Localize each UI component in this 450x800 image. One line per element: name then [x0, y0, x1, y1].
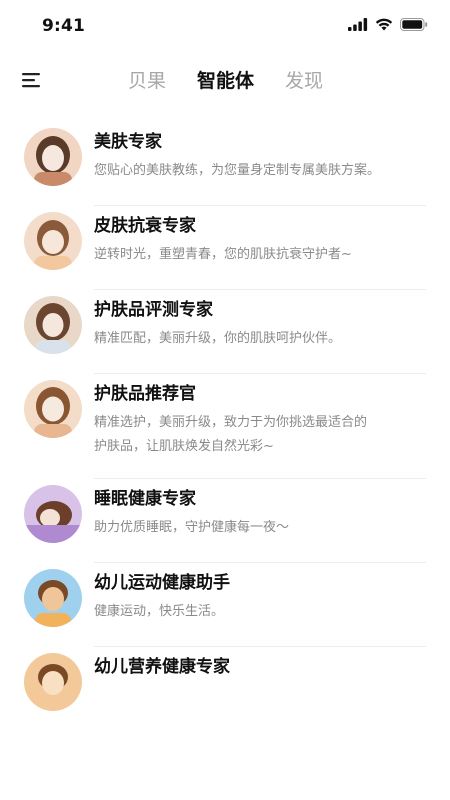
tab-beiguo[interactable]: 贝果 — [128, 66, 166, 93]
status-icons — [348, 18, 428, 31]
agent-name: 皮肤抗衰专家 — [94, 216, 196, 236]
avatar — [24, 569, 82, 627]
agent-name: 护肤品评测专家 — [94, 300, 213, 320]
avatar — [24, 485, 82, 543]
avatar — [24, 653, 82, 711]
agent-description: 精准匹配，美丽升级，你的肌肤呵护伙伴。 — [94, 331, 342, 346]
tab-bar: 贝果 智能体 发现 — [0, 66, 450, 96]
agent-name: 睡眠健康专家 — [94, 489, 196, 509]
agent-description: 助力优质睡眠，守护健康每一夜～ — [94, 520, 290, 535]
list-item[interactable]: 护肤品推荐官 精准选护，美丽升级，致力于为你挑选最适合的 护肤品，让肌肤焕发自然光… — [0, 374, 450, 479]
list-item[interactable]: 睡眠健康专家 助力优质睡眠，守护健康每一夜～ — [0, 479, 450, 563]
agent-list: 美肤专家 您贴心的美肤教练，为您量身定制专属美肤方案。 皮肤抗衰专家 逆转时光，… — [0, 122, 450, 731]
agent-description: 健康运动，快乐生活。 — [94, 604, 225, 619]
status-time: 9:41 — [42, 16, 86, 36]
list-item[interactable]: 美肤专家 您贴心的美肤教练，为您量身定制专属美肤方案。 — [0, 122, 450, 206]
status-bar: 9:41 — [0, 0, 450, 52]
signal-icon — [348, 18, 368, 31]
agent-description: 您贴心的美肤教练，为您量身定制专属美肤方案。 — [94, 163, 381, 178]
wifi-icon — [375, 18, 393, 31]
list-item[interactable]: 护肤品评测专家 精准匹配，美丽升级，你的肌肤呵护伙伴。 — [0, 290, 450, 374]
list-item[interactable]: 皮肤抗衰专家 逆转时光，重塑青春，您的肌肤抗衰守护者~ — [0, 206, 450, 290]
agent-description: 逆转时光，重塑青春，您的肌肤抗衰守护者~ — [94, 247, 352, 262]
agent-description: 精准选护，美丽升级，致力于为你挑选最适合的 护肤品，让肌肤焕发自然光彩~ — [94, 411, 428, 459]
battery-icon — [400, 18, 428, 31]
agent-name: 美肤专家 — [94, 132, 162, 152]
avatar — [24, 128, 82, 186]
top-navigation: 贝果 智能体 发现 — [0, 60, 450, 102]
avatar — [24, 212, 82, 270]
avatar — [24, 296, 82, 354]
description-line-2: 护肤品，让肌肤焕发自然光彩~ — [94, 439, 274, 454]
agent-name: 幼儿营养健康专家 — [94, 657, 230, 677]
agent-name: 护肤品推荐官 — [94, 384, 196, 404]
list-item[interactable]: 幼儿营养健康专家 — [0, 647, 450, 731]
tab-discover[interactable]: 发现 — [285, 66, 323, 93]
avatar — [24, 380, 82, 438]
tab-agents[interactable]: 智能体 — [197, 66, 254, 93]
agent-name: 幼儿运动健康助手 — [94, 573, 230, 593]
description-line-1: 精准选护，美丽升级，致力于为你挑选最适合的 — [94, 415, 368, 430]
list-item[interactable]: 幼儿运动健康助手 健康运动，快乐生活。 — [0, 563, 450, 647]
